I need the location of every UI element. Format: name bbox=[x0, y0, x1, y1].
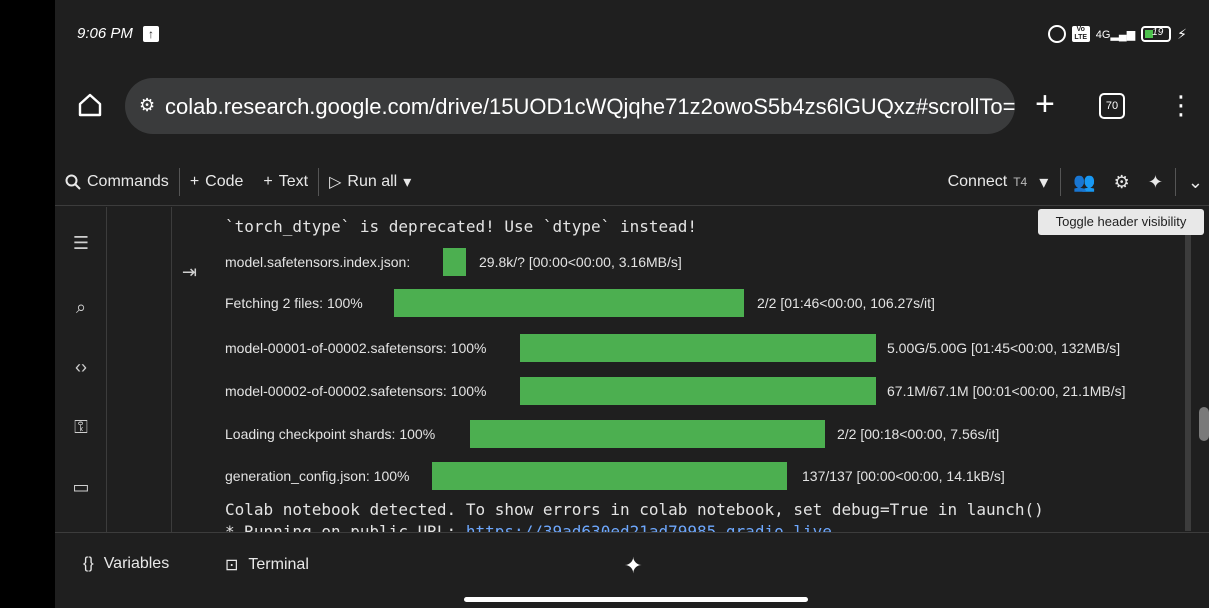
bottom-bar: {} Variables ⊡ Terminal ✦ bbox=[55, 532, 1209, 608]
status-time: 9:06 PM bbox=[77, 25, 133, 42]
plus-icon: + bbox=[263, 172, 273, 190]
colab-detected-message: Colab notebook detected. To show errors … bbox=[225, 500, 1044, 519]
page-scroll-thumb[interactable] bbox=[1199, 407, 1209, 441]
status-icons: Vo LTE 4G▂▄▆ 19 ⚡ bbox=[1047, 25, 1187, 43]
progress-stat: 29.8k/? [00:00<00:00, 3.16MB/s] bbox=[479, 254, 682, 270]
gradio-public-link[interactable]: https://39ad630ed21ad79985.gradio.live bbox=[466, 522, 832, 532]
gesture-home-indicator[interactable] bbox=[464, 597, 808, 602]
code-snippets-icon[interactable]: ‹› bbox=[71, 357, 91, 377]
volte-icon: Vo LTE bbox=[1071, 26, 1090, 42]
browser-address-row: ⚙ colab.research.google.com/drive/15UOD1… bbox=[55, 78, 1209, 134]
progress-row: generation_config.json: 100% bbox=[225, 462, 409, 490]
runtime-label: T4 bbox=[1013, 175, 1028, 189]
deprecation-warning: `torch_dtype` is deprecated! Use `dtype`… bbox=[225, 217, 698, 236]
gear-icon[interactable]: ⚙ bbox=[1108, 172, 1136, 193]
search-icon bbox=[65, 174, 81, 190]
progress-bar bbox=[520, 334, 876, 362]
toolbar-divider bbox=[1060, 168, 1062, 196]
toolbar-divider bbox=[1174, 168, 1176, 196]
gemini-sparkle-icon[interactable]: ✦ bbox=[1142, 172, 1169, 193]
progress-label: model-00002-of-00002.safetensors: 100% bbox=[225, 383, 487, 399]
commands-button[interactable]: Commands bbox=[55, 173, 179, 191]
progress-bar bbox=[394, 289, 744, 317]
running-url-line: * Running on public URL: https://39ad630… bbox=[225, 522, 832, 532]
commands-label: Commands bbox=[87, 172, 169, 190]
charging-icon: ⚡ bbox=[1177, 25, 1187, 42]
play-icon: ▷ bbox=[329, 173, 342, 191]
share-users-icon[interactable]: 👥 bbox=[1067, 172, 1101, 193]
terminal-icon: ⊡ bbox=[225, 557, 239, 574]
terminal-button[interactable]: ⊡ Terminal bbox=[225, 555, 309, 575]
progress-stat: 2/2 [00:18<00:00, 7.56s/it] bbox=[837, 426, 1000, 442]
progress-stat: 67.1M/67.1M [00:01<00:00, 21.1MB/s] bbox=[887, 383, 1126, 399]
progress-bar bbox=[443, 248, 466, 276]
progress-label: model.safetensors.index.json: bbox=[225, 254, 411, 270]
tab-switcher-button[interactable]: 70 bbox=[1099, 93, 1125, 119]
site-settings-icon[interactable]: ⚙ bbox=[139, 95, 155, 116]
battery-level: 19 bbox=[1152, 27, 1164, 38]
progress-stat: 5.00G/5.00G [01:45<00:00, 132MB/s] bbox=[887, 340, 1121, 356]
add-text-label: Text bbox=[278, 172, 309, 190]
progress-bar bbox=[432, 462, 787, 490]
tooltip: Toggle header visibility bbox=[1038, 209, 1204, 235]
table-of-contents-icon[interactable]: ☰ bbox=[71, 233, 91, 253]
signal-icon: 4G▂▄▆ bbox=[1095, 28, 1136, 41]
run-all-label: Run all bbox=[347, 172, 398, 190]
output-actions-icon[interactable]: ⇥ bbox=[182, 262, 197, 283]
progress-stat: 137/137 [00:00<00:00, 14.1kB/s] bbox=[802, 468, 1005, 484]
terminal-label: Terminal bbox=[248, 556, 309, 573]
braces-icon: {} bbox=[83, 555, 94, 572]
progress-row: Fetching 2 files: 100% bbox=[225, 289, 363, 317]
progress-row: model.safetensors.index.json: bbox=[225, 248, 410, 276]
progress-label: Loading checkpoint shards: 100% bbox=[225, 426, 436, 442]
signal-label: 4G bbox=[1095, 28, 1111, 41]
variables-button[interactable]: {} Variables bbox=[83, 555, 169, 573]
battery-icon: 19 bbox=[1141, 26, 1172, 42]
url-text: colab.research.google.com/drive/15UOD1cW… bbox=[165, 94, 1015, 119]
browser-menu-icon[interactable]: ⋮ bbox=[1168, 90, 1194, 120]
chevron-down-icon[interactable]: ▾ bbox=[403, 172, 411, 192]
url-bar[interactable]: ⚙ colab.research.google.com/drive/15UOD1… bbox=[125, 78, 1015, 134]
output-scroll-track[interactable] bbox=[1185, 215, 1191, 531]
progress-bar bbox=[520, 377, 876, 405]
colab-toolbar: Commands + Code + Text ▷ Run all ▾ Conne… bbox=[55, 158, 1209, 206]
progress-row: Loading checkpoint shards: 100% bbox=[225, 420, 435, 448]
toolbar-right: Connect T4 ▾ 👥 ⚙ ✦ ⌄ bbox=[948, 158, 1209, 206]
progress-row: model-00002-of-00002.safetensors: 100% bbox=[225, 377, 487, 405]
phone-screen: 9:06 PM ↑ Vo LTE 4G▂▄▆ 19 ⚡ ⚙ colab.resea… bbox=[55, 0, 1209, 608]
run-all-button[interactable]: ▷ Run all ▾ bbox=[319, 172, 421, 192]
progress-stat: 2/2 [01:46<00:00, 106.27s/it] bbox=[757, 295, 935, 311]
left-sidebar: ☰ ⌕ ‹› ⚿ ▭ bbox=[55, 207, 107, 532]
connect-button[interactable]: Connect bbox=[948, 173, 1008, 191]
plus-icon: + bbox=[189, 172, 200, 190]
secrets-key-icon[interactable]: ⚿ bbox=[71, 417, 91, 437]
status-bar: 9:06 PM ↑ Vo LTE 4G▂▄▆ 19 ⚡ bbox=[55, 0, 1209, 70]
files-folder-icon[interactable]: ▭ bbox=[71, 477, 91, 497]
gemini-sparkle-icon[interactable]: ✦ bbox=[624, 553, 642, 579]
chevron-down-icon[interactable]: ▾ bbox=[1033, 172, 1054, 193]
add-text-button[interactable]: + Text bbox=[253, 173, 318, 191]
progress-label: generation_config.json: 100% bbox=[225, 468, 410, 484]
add-code-button[interactable]: + Code bbox=[180, 173, 254, 191]
toggle-header-chevron-icon[interactable]: ⌄ bbox=[1182, 172, 1209, 193]
progress-bar bbox=[470, 420, 825, 448]
alarm-icon bbox=[1047, 25, 1066, 43]
cell-output: `torch_dtype` is deprecated! Use `dtype`… bbox=[225, 207, 1180, 532]
cell-gutter bbox=[108, 207, 172, 532]
progress-label: model-00001-of-00002.safetensors: 100% bbox=[225, 340, 487, 356]
new-tab-button[interactable]: + bbox=[1035, 87, 1055, 121]
find-icon[interactable]: ⌕ bbox=[71, 297, 91, 317]
progress-row: model-00001-of-00002.safetensors: 100% bbox=[225, 334, 487, 362]
home-icon[interactable] bbox=[77, 92, 103, 118]
add-code-label: Code bbox=[205, 172, 244, 190]
progress-label: Fetching 2 files: 100% bbox=[225, 295, 363, 311]
variables-label: Variables bbox=[103, 555, 170, 572]
upload-notification-icon: ↑ bbox=[143, 26, 159, 42]
running-url-prefix: * Running on public URL: bbox=[225, 522, 466, 532]
